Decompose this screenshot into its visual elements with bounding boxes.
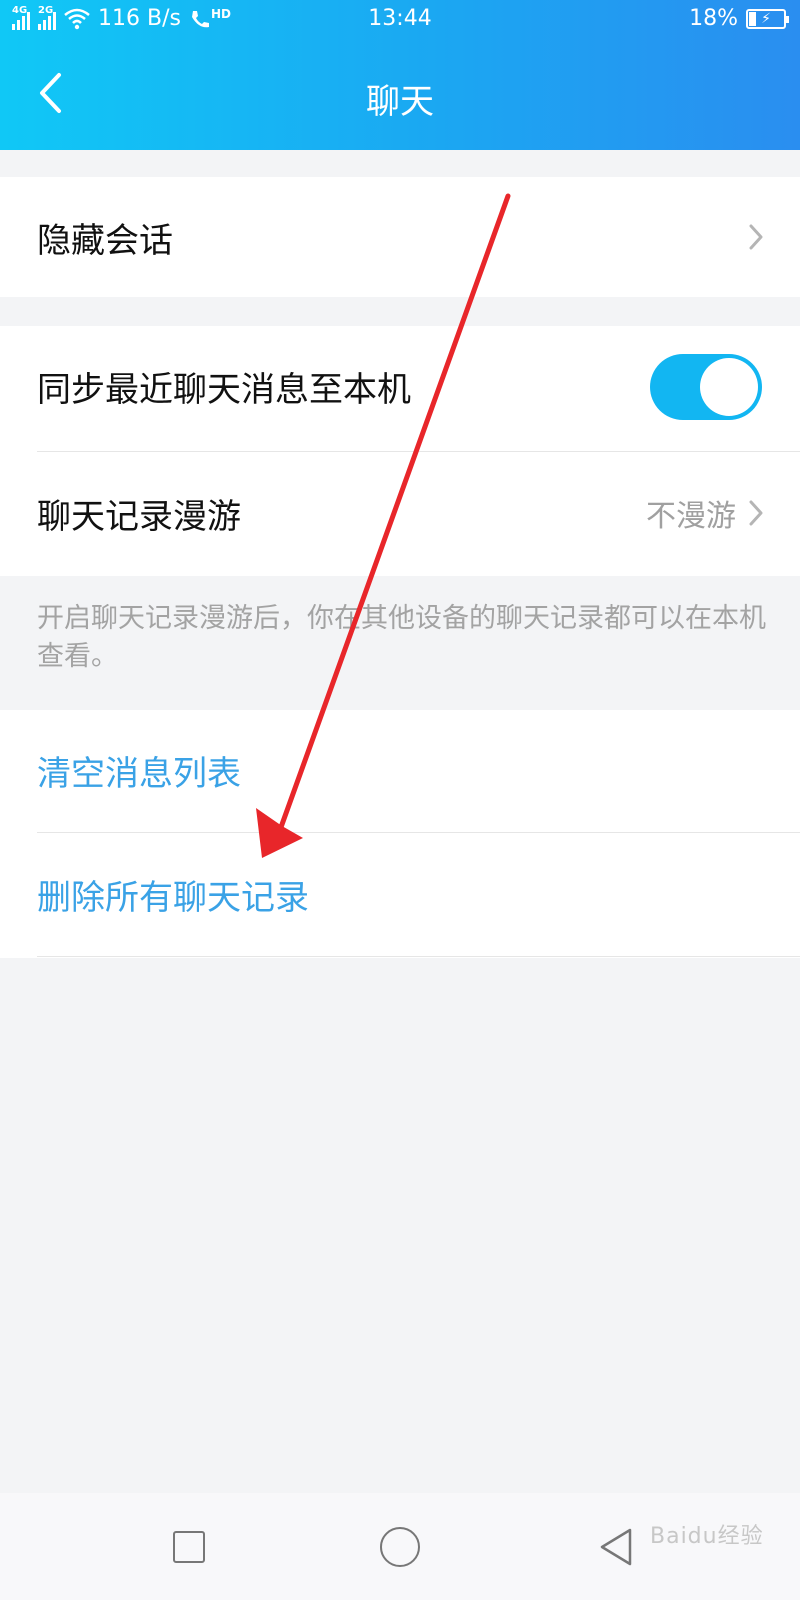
settings-group-clear: 清空消息列表 删除所有聊天记录 [0,710,800,958]
sync-recent-toggle[interactable] [650,354,762,420]
status-bar: 4G 2G 116 B/s HD 13:44 18% ⚡ [0,0,800,40]
battery-icon: ⚡ [746,8,789,29]
settings-group-sync: 同步最近聊天消息至本机 聊天记录漫游 不漫游 [0,326,800,576]
hide-sessions-label: 隐藏会话 [37,220,173,261]
status-right: 18% ⚡ [689,6,789,31]
battery-percent: 18% [689,6,738,31]
nav-back-button[interactable] [598,1527,634,1567]
roaming-row[interactable]: 聊天记录漫游 不漫游 [0,453,800,573]
status-time: 13:44 [368,6,432,31]
clear-list-label: 清空消息列表 [37,753,241,794]
chevron-right-icon [749,500,763,526]
header-bar: 4G 2G 116 B/s HD 13:44 18% ⚡ 聊天 [0,0,800,150]
settings-group-hide: 隐藏会话 [0,177,800,297]
roaming-label: 聊天记录漫游 [37,496,241,537]
roaming-value: 不漫游 [646,499,736,534]
sync-recent-row: 同步最近聊天消息至本机 [0,326,800,446]
hide-sessions-row[interactable]: 隐藏会话 [0,177,800,297]
divider [37,451,800,452]
home-button[interactable] [380,1527,420,1567]
divider [37,956,800,957]
recent-apps-button[interactable] [173,1531,205,1563]
roaming-hint: 开启聊天记录漫游后，你在其他设备的聊天记录都可以在本机查看。 [37,603,766,672]
delete-all-row[interactable]: 删除所有聊天记录 [0,834,800,954]
toggle-knob [700,358,758,416]
delete-all-label: 删除所有聊天记录 [37,877,309,918]
watermark: Baidu经验 [650,1524,764,1549]
clear-list-row[interactable]: 清空消息列表 [0,710,800,830]
divider [37,832,800,833]
chevron-right-icon [749,224,763,250]
sync-recent-label: 同步最近聊天消息至本机 [37,369,411,410]
page-title: 聊天 [366,82,434,122]
charging-icon: ⚡ [761,10,771,27]
